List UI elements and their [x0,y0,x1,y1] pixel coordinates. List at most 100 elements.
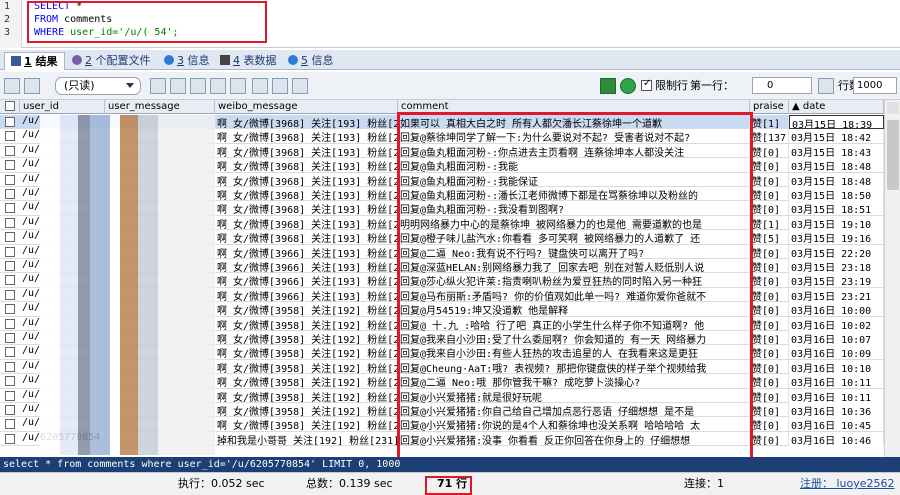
cell-date[interactable]: 03月15日 18:51 [789,201,884,216]
cell-weibo-message[interactable]: 啊 女/微博[3968] 关注[193] 粉丝[231] [215,158,398,173]
cell-weibo-message[interactable]: 啊 女/微博[3966] 关注[193] 粉丝[231] [215,287,398,302]
cell-weibo-message[interactable]: 啊 女/微博[3958] 关注[192] 粉丝[231] [215,331,398,345]
refresh-icon[interactable] [230,78,246,94]
tab-info-2[interactable]: 5 信息 [282,52,340,70]
row-checkbox[interactable] [5,246,15,257]
cell-praise[interactable]: 赞[0] [750,143,789,158]
row-checkbox[interactable] [5,217,15,228]
cell-weibo-message[interactable]: 啊 女/微博[3968] 关注[193] 粉丝[231] [215,115,398,129]
cell-praise[interactable]: 赞[1] [750,115,789,129]
row-checkbox[interactable] [5,361,15,372]
row-checkbox[interactable] [5,145,15,156]
text-view-icon[interactable] [292,78,308,94]
cell-praise[interactable]: 赞[0] [750,345,789,360]
reload-icon[interactable] [620,78,636,94]
cell-weibo-message[interactable]: 啊 女/微博[3968] 关注[193] 粉丝[231] [215,201,398,216]
cell-praise[interactable]: 赞[0] [750,417,789,432]
row-checkbox[interactable] [5,376,15,387]
scroll-thumb[interactable] [887,120,899,190]
column-header-user-message[interactable]: user_message [105,100,215,114]
cell-date[interactable]: 03月15日 18:48 [789,158,884,173]
row-checkbox[interactable] [5,117,15,127]
cell-praise[interactable]: 赞[0] [750,201,789,216]
cell-date[interactable]: 03月15日 23:18 [789,259,884,273]
cell-praise[interactable]: 赞[0] [750,374,789,389]
cell-weibo-message[interactable]: 啊 女/微博[3958] 关注[192] 粉丝[231] [215,417,398,432]
row-checkbox[interactable] [5,261,15,271]
row-checkbox[interactable] [5,275,15,286]
copy-icon[interactable] [150,78,166,94]
select-all-checkbox[interactable] [5,101,15,111]
user-link[interactable]: 注册： luoye2562 [800,477,895,490]
column-header-praise[interactable]: praise [750,100,789,114]
row-checkbox[interactable] [5,174,15,185]
tab-info[interactable]: 3 信息 [158,52,216,70]
row-checkbox[interactable] [5,405,15,415]
row-checkbox[interactable] [5,390,15,401]
cell-weibo-message[interactable]: 啊 女/微博[3958] 关注[192] 粉丝[231] [215,388,398,403]
cell-praise[interactable]: 赞[0] [750,388,789,403]
row-checkbox[interactable] [5,419,15,430]
cell-date[interactable]: 03月15日 18:39 [789,115,884,129]
tab-profiles[interactable]: 2 个配置文件 [66,52,157,70]
column-header-user-id[interactable]: user_id [20,100,105,114]
cell-praise[interactable]: 赞[0] [750,172,789,187]
vertical-scrollbar[interactable] [884,100,900,457]
cell-date[interactable]: 03月16日 10:46 [789,431,884,446]
row-checkbox[interactable] [5,318,15,329]
cell-date[interactable]: 03月16日 10:09 [789,345,884,360]
cell-weibo-message[interactable]: 啊 女/微博[3958] 关注[192] 粉丝[231] [215,316,398,331]
scroll-up-icon[interactable] [887,102,899,114]
cell-praise[interactable]: 赞[0] [750,359,789,374]
cell-weibo-message[interactable]: 啊 女/微博[3958] 关注[192] 粉丝[231] [215,359,398,374]
row-checkbox[interactable] [5,333,15,343]
grid-view-icon[interactable] [252,78,268,94]
cell-praise[interactable]: 赞[0] [750,331,789,345]
first-row-input[interactable]: 0 [752,77,812,94]
sql-editor[interactable]: 1 2 3 SELECT * FROM comments WHERE user_… [0,0,900,48]
delete-icon[interactable] [210,78,226,94]
row-checkbox[interactable] [5,304,15,315]
cell-praise[interactable]: 赞[137 [750,129,789,144]
column-header-weibo-message[interactable]: weibo_message [215,100,398,114]
row-checkbox[interactable] [5,203,15,214]
cell-date[interactable]: 03月16日 10:11 [789,374,884,389]
cell-weibo-message[interactable]: 啊 女/微博[3958] 关注[192] 粉丝[231] [215,302,398,317]
export-icon[interactable] [4,78,20,94]
form-view-icon[interactable] [272,78,288,94]
cell-weibo-message[interactable]: 掉和我是小哥哥 关注[192] 粉丝[231] [215,431,398,446]
cell-weibo-message[interactable]: 啊 女/微博[3966] 关注[193] 粉丝[231] [215,244,398,259]
row-checkbox[interactable] [5,189,15,199]
cell-date[interactable]: 03月15日 18:43 [789,143,884,158]
cell-weibo-message[interactable]: 啊 女/微博[3966] 关注[193] 粉丝[231] [215,273,398,288]
cell-weibo-message[interactable]: 啊 女/微博[3968] 关注[193] 粉丝[231] [215,187,398,201]
save-icon[interactable] [190,78,206,94]
tab-table-data[interactable]: 4 表数据 [214,52,283,70]
cell-praise[interactable]: 赞[0] [750,244,789,259]
mode-select[interactable]: (只读) [55,77,141,95]
cell-date[interactable]: 03月15日 18:42 [789,129,884,144]
cell-praise[interactable]: 赞[0] [750,187,789,201]
row-checkbox[interactable] [5,232,15,243]
cell-weibo-message[interactable]: 啊 女/微博[3968] 关注[193] 粉丝[231] [215,172,398,187]
row-checkbox[interactable] [5,131,15,142]
cell-date[interactable]: 03月16日 10:07 [789,331,884,345]
cell-praise[interactable]: 赞[5] [750,230,789,245]
dropdown-icon[interactable] [24,78,40,94]
cell-praise[interactable]: 赞[0] [750,403,789,417]
cell-weibo-message[interactable]: 啊 女/微博[3958] 关注[192] 粉丝[231] [215,345,398,360]
cell-praise[interactable]: 赞[0] [750,158,789,173]
select-all-header[interactable] [0,100,20,114]
cell-praise[interactable]: 赞[0] [750,259,789,273]
cell-praise[interactable]: 赞[0] [750,273,789,288]
cell-praise[interactable]: 赞[0] [750,302,789,317]
row-checkbox[interactable] [5,347,15,358]
cell-date[interactable]: 03月15日 22:20 [789,244,884,259]
cell-date[interactable]: 03月16日 10:11 [789,388,884,403]
cell-weibo-message[interactable]: 啊 女/微博[3968] 关注[193] 粉丝[231] [215,129,398,144]
tab-results[interactable]: 1 结果 [4,52,65,70]
row-checkbox[interactable] [5,160,15,171]
cell-weibo-message[interactable]: 啊 女/微博[3968] 关注[193] 粉丝[231] [215,230,398,245]
row-checkbox[interactable] [5,289,15,300]
cell-weibo-message[interactable]: 啊 女/微博[3968] 关注[193] 粉丝[231] [215,143,398,158]
